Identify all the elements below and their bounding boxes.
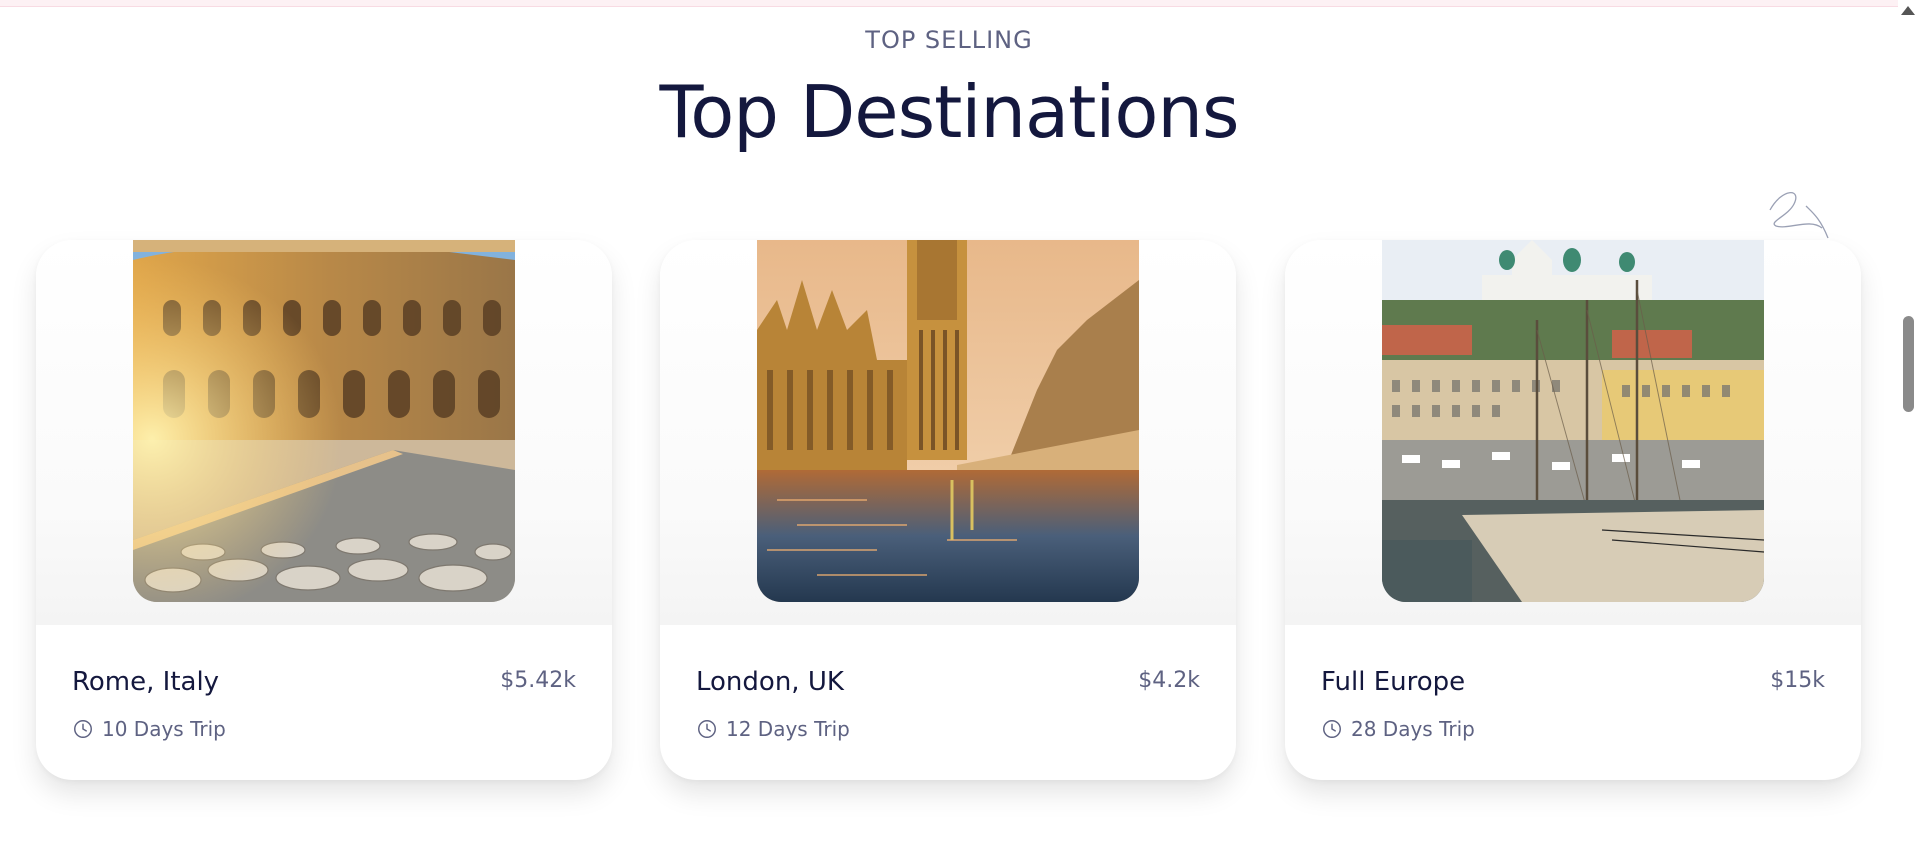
destination-title: London, UK: [696, 667, 844, 697]
trip-duration: 10 Days Trip: [72, 717, 226, 741]
destinations-list: Rome, Italy $5.42k 10 Days Trip London, …: [36, 240, 1862, 780]
duration-label: 28 Days Trip: [1351, 717, 1475, 741]
destination-title: Full Europe: [1321, 667, 1466, 697]
destination-price: $15k: [1770, 668, 1825, 693]
clock-icon: [1323, 720, 1341, 738]
duration-label: 10 Days Trip: [102, 717, 226, 741]
trip-duration: 12 Days Trip: [696, 717, 850, 741]
destination-image-big-ben: [757, 240, 1139, 602]
scroll-up-icon[interactable]: [1901, 6, 1915, 15]
destination-card[interactable]: Full Europe $15k 28 Days Trip: [1285, 240, 1861, 780]
section-title: Top Destinations: [659, 70, 1239, 154]
trip-duration: 28 Days Trip: [1321, 717, 1475, 741]
destination-image-colosseum: [133, 240, 515, 602]
destination-card[interactable]: Rome, Italy $5.42k 10 Days Trip: [36, 240, 612, 780]
squiggle-decoration-icon: [1769, 192, 1829, 239]
destination-card[interactable]: London, UK $4.2k 12 Days Trip: [660, 240, 1236, 780]
page: TOP SELLING Top Destinations Rome, Italy…: [0, 0, 1898, 866]
destination-title: Rome, Italy: [72, 667, 220, 697]
scrollbar[interactable]: [1898, 0, 1917, 866]
scroll-thumb[interactable]: [1903, 316, 1914, 412]
section-eyebrow: TOP SELLING: [865, 26, 1033, 54]
destination-image-helsinki-harbor: [1382, 240, 1764, 602]
duration-label: 12 Days Trip: [726, 717, 850, 741]
clock-icon: [698, 720, 716, 738]
destination-price: $5.42k: [500, 668, 576, 693]
clock-icon: [74, 720, 92, 738]
destination-price: $4.2k: [1138, 668, 1200, 693]
